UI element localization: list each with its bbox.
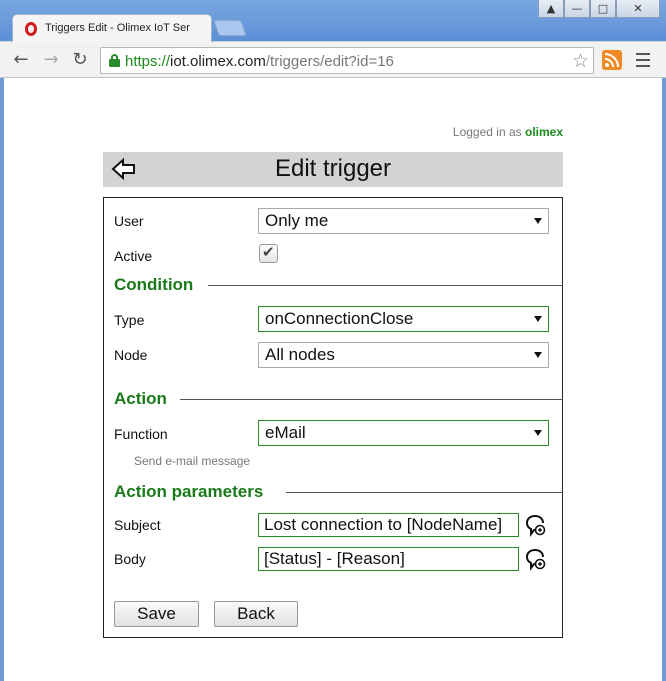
bookmark-star-icon[interactable]: ☆	[572, 50, 589, 72]
action-divider	[180, 399, 563, 400]
back-button[interactable]: Back	[214, 601, 298, 627]
address-bar[interactable]: https://iot.olimex.com/triggers/edit?id=…	[100, 47, 594, 74]
body-input[interactable]: [Status] - [Reason]	[258, 547, 519, 571]
browser-tab[interactable]: Triggers Edit - Olimex IoT Ser	[12, 14, 212, 42]
node-label: Node	[114, 347, 148, 363]
page-title: Edit trigger	[274, 155, 392, 182]
trigger-form	[103, 197, 563, 638]
window-frame-right	[662, 78, 666, 681]
active-checkbox[interactable]: ✔	[259, 243, 278, 263]
browser-titlebar: Triggers Edit - Olimex IoT Ser ▲ — □ ✕	[0, 0, 666, 42]
user-label: User	[114, 213, 144, 229]
opera-favicon-icon	[25, 22, 37, 36]
reload-icon[interactable]: ↻	[69, 49, 91, 71]
save-button[interactable]: Save	[114, 601, 199, 627]
action-heading: Action	[114, 389, 167, 408]
function-label: Function	[114, 426, 168, 442]
active-label: Active	[114, 248, 153, 264]
window-frame-left	[0, 78, 4, 681]
type-select[interactable]: onConnectionClose	[258, 306, 549, 332]
new-tab-button[interactable]	[213, 20, 247, 36]
subject-input[interactable]: Lost connection to [NodeName]	[258, 513, 519, 537]
close-window-button[interactable]: ✕	[616, 0, 660, 18]
chevron-down-icon	[534, 218, 542, 224]
body-label: Body	[114, 551, 146, 567]
checkmark-icon: ✔	[262, 243, 275, 261]
chevron-down-icon	[534, 430, 542, 436]
lock-icon	[109, 54, 120, 67]
back-nav-icon[interactable]: ←	[10, 49, 32, 71]
subject-label: Subject	[114, 517, 161, 533]
window-controls: ▲ — □ ✕	[538, 0, 660, 18]
action-parameters-heading: Action parameters	[114, 482, 264, 501]
url-text: https://iot.olimex.com/triggers/edit?id=…	[125, 53, 394, 70]
insert-tag-icon[interactable]	[525, 513, 547, 537]
username-link[interactable]: olimex	[525, 125, 563, 139]
user-select[interactable]: Only me	[258, 208, 549, 234]
minimize-button[interactable]: —	[564, 0, 590, 18]
tab-title: Triggers Edit - Olimex IoT Ser	[45, 22, 190, 34]
action-parameters-divider	[286, 492, 563, 493]
function-hint: Send e-mail message	[134, 454, 251, 468]
browser-menu-icon[interactable]	[636, 53, 650, 71]
profile-button[interactable]: ▲	[538, 0, 564, 18]
condition-heading: Condition	[114, 275, 194, 294]
chevron-down-icon	[534, 316, 542, 322]
page-header: Edit trigger	[103, 152, 563, 187]
logged-in-status: Logged in as olimex	[452, 125, 563, 139]
node-select[interactable]: All nodes	[258, 342, 549, 368]
insert-tag-icon[interactable]	[525, 547, 547, 571]
maximize-button[interactable]: □	[590, 0, 616, 18]
chevron-down-icon	[534, 352, 542, 358]
type-label: Type	[114, 312, 145, 328]
rss-icon[interactable]	[602, 50, 622, 70]
function-select[interactable]: eMail	[258, 420, 549, 446]
forward-nav-icon[interactable]: →	[40, 49, 62, 71]
condition-divider	[208, 285, 563, 286]
browser-toolbar: ← → ↻ https://iot.olimex.com/triggers/ed…	[0, 42, 666, 78]
